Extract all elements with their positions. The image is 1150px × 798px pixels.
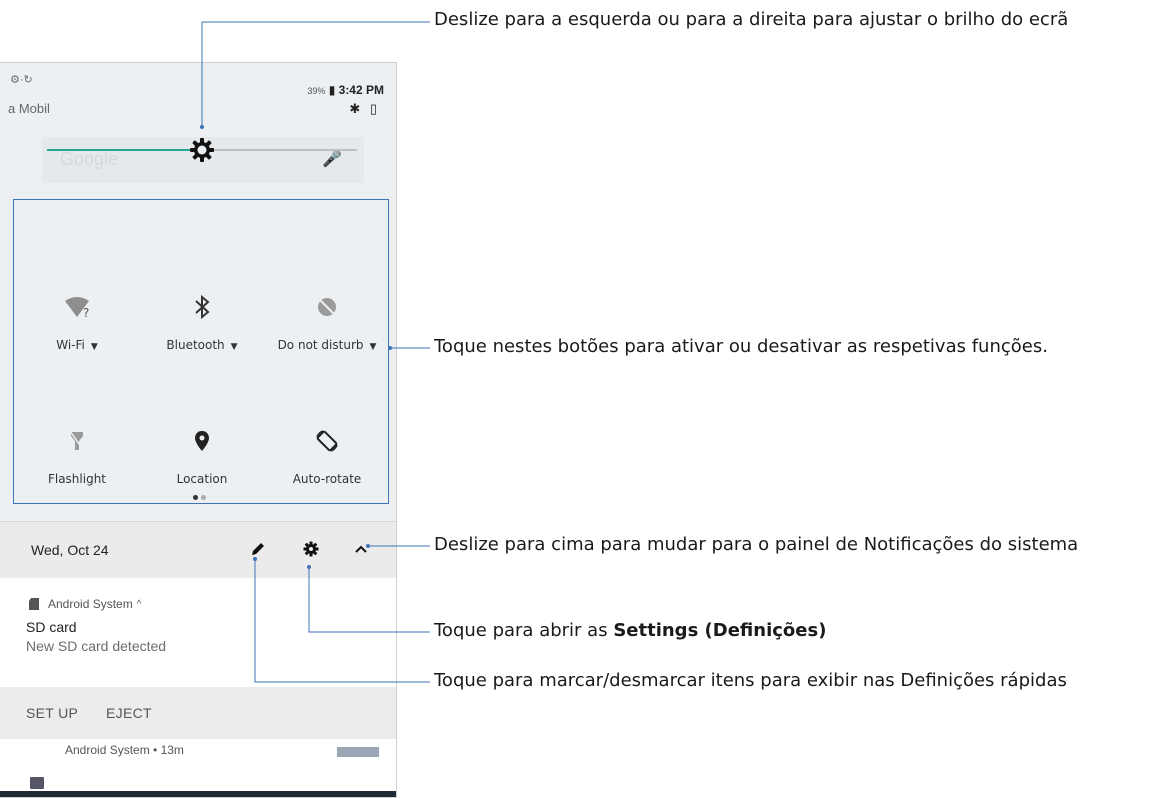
callout-settings-bold: Settings (Definições) (613, 620, 827, 641)
callout-settings: Toque para abrir as Settings (Definições… (434, 620, 826, 641)
callout-brightness: Deslize para a esquerda ou para a direit… (434, 9, 1069, 30)
callout-settings-text: Toque para abrir as (434, 620, 608, 641)
callout-edit: Toque para marcar/desmarcar itens para e… (434, 670, 1067, 691)
callout-swipe-up: Deslize para cima para mudar para o pain… (434, 534, 1079, 555)
callout-toggles: Toque nestes botões para ativar ou desat… (434, 336, 1048, 357)
